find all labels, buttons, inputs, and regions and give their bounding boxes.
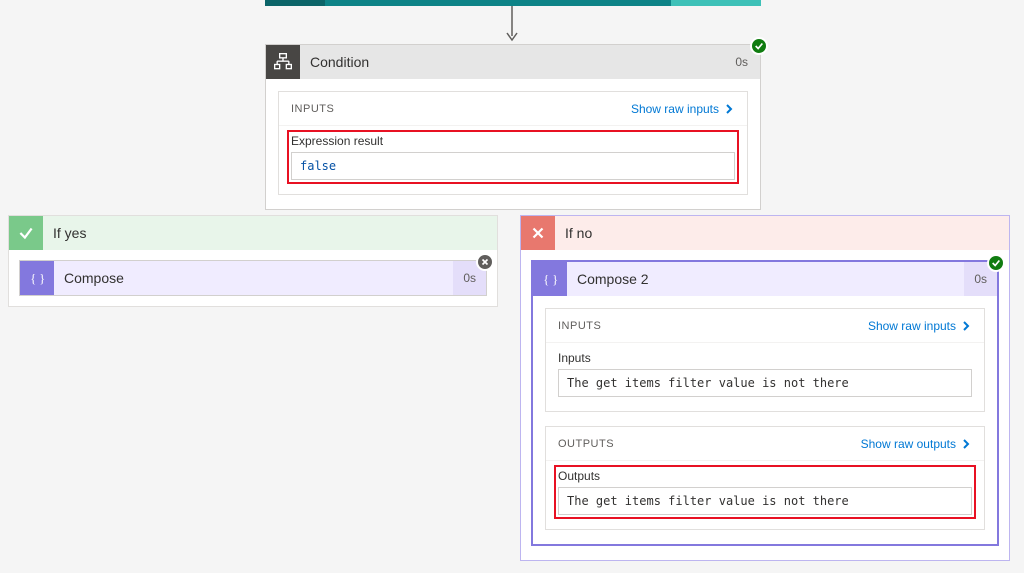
compose-title: Compose	[54, 270, 124, 286]
inputs-section: INPUTS Show raw inputs Expression result…	[278, 91, 748, 195]
condition-duration: 0s	[723, 55, 760, 69]
compose2-header[interactable]: { } Compose 2 0s	[533, 262, 997, 296]
expression-result-value: false	[291, 152, 735, 180]
inputs-field-value: The get items filter value is not there	[558, 369, 972, 397]
compose-header[interactable]: { } Compose 0s	[20, 261, 486, 295]
chevron-right-icon	[960, 320, 972, 332]
inputs-field: Inputs The get items filter value is not…	[558, 351, 972, 397]
skipped-badge-icon	[476, 253, 494, 271]
show-raw-outputs-text: Show raw outputs	[861, 437, 956, 451]
inputs-header: INPUTS Show raw inputs	[279, 92, 747, 126]
success-badge-icon	[987, 254, 1005, 272]
compose2-outputs-header: OUTPUTS Show raw outputs	[546, 427, 984, 461]
if-yes-branch[interactable]: If yes { } Compose 0s	[8, 215, 498, 307]
chevron-right-icon	[960, 438, 972, 450]
check-icon	[9, 216, 43, 250]
compose-card[interactable]: { } Compose 0s	[19, 260, 487, 296]
show-raw-inputs-link[interactable]: Show raw inputs	[868, 319, 972, 333]
compose2-title: Compose 2	[567, 271, 649, 287]
compose2-outputs-section: OUTPUTS Show raw outputs Outputs The get…	[545, 426, 985, 530]
expression-result-block: Expression result false	[291, 134, 735, 180]
outputs-field: Outputs The get items filter value is no…	[558, 469, 972, 515]
show-raw-outputs-link[interactable]: Show raw outputs	[861, 437, 972, 451]
compose-icon: { }	[533, 262, 567, 296]
show-raw-inputs-text: Show raw inputs	[631, 102, 719, 116]
condition-card[interactable]: Condition 0s INPUTS Show raw inputs Expr…	[265, 44, 761, 210]
inputs-field-label: Inputs	[558, 351, 972, 365]
if-no-branch[interactable]: If no { } Compose 2 0s INPUTS Show raw i…	[520, 215, 1010, 561]
compose2-inputs-header: INPUTS Show raw inputs	[546, 309, 984, 343]
inputs-label: INPUTS	[558, 320, 601, 332]
outputs-field-value: The get items filter value is not there	[558, 487, 972, 515]
condition-icon	[266, 45, 300, 79]
show-raw-inputs-text: Show raw inputs	[868, 319, 956, 333]
success-badge-icon	[750, 37, 768, 55]
svg-text:{ }: { }	[543, 273, 558, 287]
inputs-label: INPUTS	[291, 103, 334, 115]
if-no-label: If no	[565, 225, 592, 241]
if-yes-label: If yes	[53, 225, 86, 241]
if-yes-header[interactable]: If yes	[9, 216, 497, 250]
condition-title: Condition	[300, 54, 369, 70]
compose2-inputs-section: INPUTS Show raw inputs Inputs The get it…	[545, 308, 985, 412]
outputs-label: OUTPUTS	[558, 438, 614, 450]
compose2-card[interactable]: { } Compose 2 0s INPUTS Show raw inputs …	[531, 260, 999, 546]
expression-result-label: Expression result	[291, 134, 735, 148]
progress-segment	[671, 0, 761, 6]
chevron-right-icon	[723, 103, 735, 115]
if-no-header[interactable]: If no	[521, 216, 1009, 250]
flow-arrow-down-icon	[504, 6, 520, 44]
close-icon	[521, 216, 555, 250]
show-raw-inputs-link[interactable]: Show raw inputs	[631, 102, 735, 116]
condition-header[interactable]: Condition 0s	[266, 45, 760, 79]
outputs-field-label: Outputs	[558, 469, 972, 483]
compose-icon: { }	[20, 261, 54, 295]
svg-text:{ }: { }	[30, 272, 45, 286]
progress-segment	[265, 0, 325, 6]
